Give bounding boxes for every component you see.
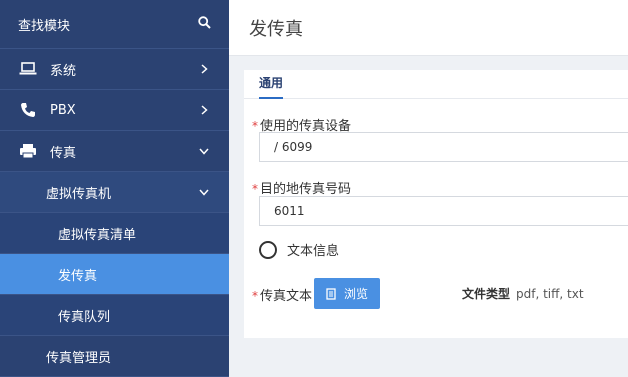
form-card: 通用 * 使用的传真设备 / 6099 * 目的地传真号码 6011 文本信息 * 传… <box>244 70 628 338</box>
required-asterisk: * <box>252 289 258 303</box>
sidebar-item-label: 系统 <box>50 63 77 79</box>
sidebar-item-label: 虚拟传真清单 <box>58 227 137 243</box>
chevron-down-icon <box>197 148 211 155</box>
fax-device-value: / 6099 <box>274 140 313 154</box>
sidebar-item-system[interactable]: 系统 <box>0 49 229 90</box>
sidebar-item-fax-admin[interactable]: 传真管理员 <box>0 336 229 377</box>
text-info-label: 文本信息 <box>287 244 340 259</box>
dest-fax-number-input[interactable]: 6011 <box>259 196 628 226</box>
sidebar-item-virtual-fax[interactable]: 虚拟传真机 <box>0 172 229 213</box>
sidebar-item-label: 虚拟传真机 <box>46 186 112 202</box>
fax-text-label-text: 传真文本 <box>260 289 313 304</box>
chevron-down-icon <box>197 189 211 196</box>
sidebar: 查找模块 系统 PBX 传真 虚拟传真机 虚拟传真清单 发传真 传真队列 传真管… <box>0 0 229 377</box>
file-type-label: 文件类型 <box>462 287 511 301</box>
fax-text-field-label: * 传真文本 <box>252 285 312 304</box>
chevron-right-icon <box>197 105 211 115</box>
browse-button[interactable]: 浏览 <box>314 278 381 309</box>
dest-fax-number-value: 6011 <box>274 204 305 218</box>
dest-field-label: * 目的地传真号码 <box>252 178 351 197</box>
page-title: 发传真 <box>249 18 303 40</box>
sidebar-item-fax[interactable]: 传真 <box>0 131 229 172</box>
file-type-info: 文件类型 pdf, tiff, txt <box>462 285 584 302</box>
module-search[interactable]: 查找模块 <box>0 0 229 49</box>
sidebar-item-label: 发传真 <box>58 268 98 284</box>
sidebar-item-virtual-fax-list[interactable]: 虚拟传真清单 <box>0 213 229 254</box>
sidebar-item-label: 传真管理员 <box>46 350 112 366</box>
sidebar-item-pbx[interactable]: PBX <box>0 90 229 131</box>
page-header: 发传真 <box>229 0 628 56</box>
file-type-value: pdf, tiff, txt <box>516 287 584 301</box>
file-icon <box>326 287 336 300</box>
required-asterisk: * <box>252 119 258 133</box>
required-asterisk: * <box>252 182 258 196</box>
text-info-option[interactable]: 文本信息 <box>259 240 339 259</box>
text-info-radio[interactable] <box>259 240 277 259</box>
chevron-right-icon <box>197 64 211 74</box>
phone-icon <box>18 102 38 118</box>
browse-label: 浏览 <box>344 287 369 301</box>
tab-general[interactable]: 通用 <box>259 74 284 99</box>
search-icon[interactable] <box>198 15 211 33</box>
tab-bar: 通用 <box>244 70 628 99</box>
sidebar-item-label: 传真队列 <box>58 309 111 325</box>
main-content: 发传真 通用 * 使用的传真设备 / 6099 * 目的地传真号码 6011 文本信… <box>229 0 628 377</box>
sidebar-item-fax-queue[interactable]: 传真队列 <box>0 295 229 336</box>
sidebar-item-label: PBX <box>50 102 76 118</box>
module-search-label: 查找模块 <box>18 18 71 34</box>
laptop-icon <box>18 62 38 76</box>
fax-device-input[interactable]: / 6099 <box>259 132 628 162</box>
printer-icon <box>18 143 38 159</box>
dest-label-text: 目的地传真号码 <box>260 182 352 197</box>
sidebar-item-send-fax[interactable]: 发传真 <box>0 254 229 295</box>
sidebar-item-label: 传真 <box>50 145 77 161</box>
